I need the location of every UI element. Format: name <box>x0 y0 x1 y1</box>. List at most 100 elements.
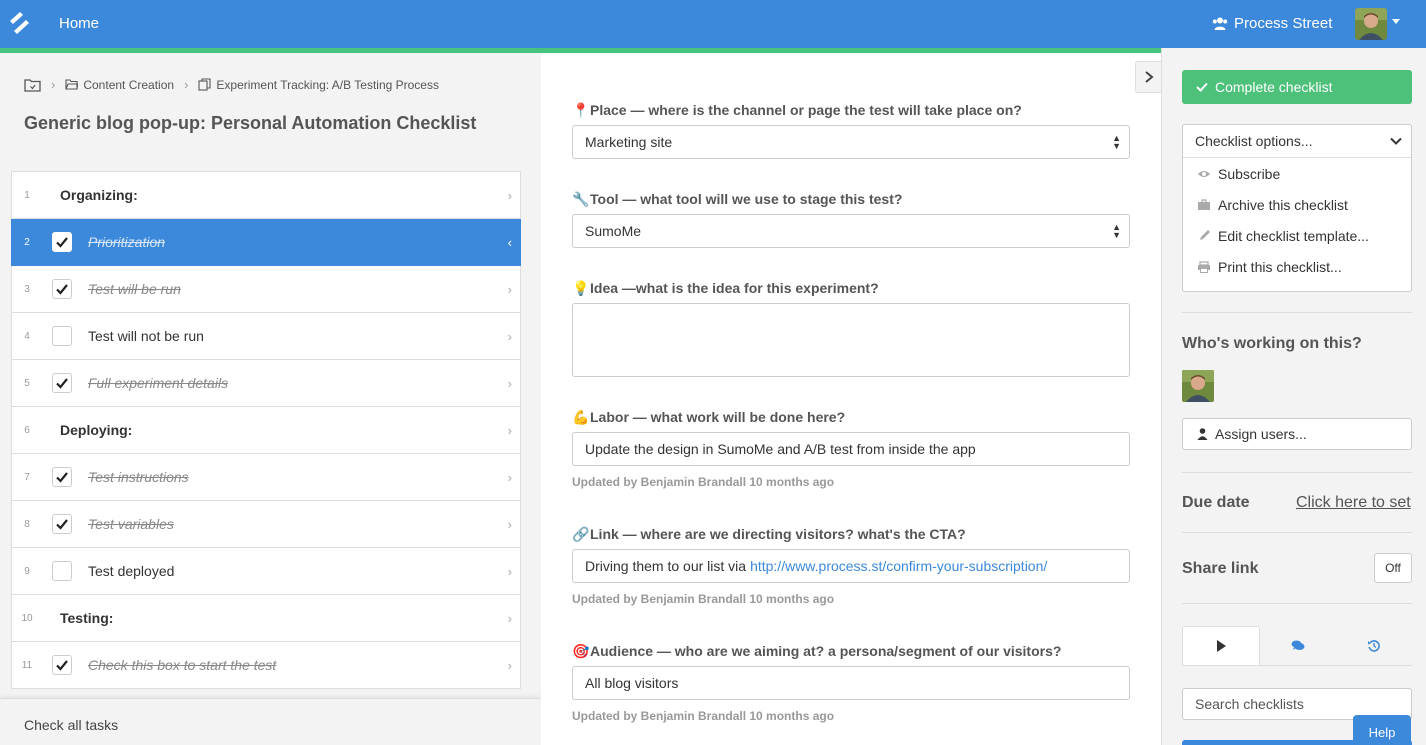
check-icon <box>56 284 68 295</box>
divider <box>1182 603 1412 604</box>
labor-input[interactable]: Update the design in SumoMe and A/B test… <box>572 432 1130 466</box>
labor-label-text: Labor — what work will be done here? <box>590 409 846 425</box>
play-icon <box>1217 640 1226 652</box>
chevron-right-icon: › <box>507 610 512 626</box>
select-arrows-icon: ▲ ▼ <box>1112 222 1121 240</box>
print-option[interactable]: Print this checklist... <box>1183 251 1411 282</box>
set-due-date-link[interactable]: Click here to set <box>1296 494 1411 512</box>
task-row[interactable]: 2 Prioritization ‹ <box>11 219 521 266</box>
edit-template-option[interactable]: Edit checklist template... <box>1183 220 1411 251</box>
checklist-options-dropdown: Checklist options... Subscribe Archive t… <box>1182 124 1412 292</box>
labor-updated-note: Updated by Benjamin Brandall 10 months a… <box>572 475 835 489</box>
flexed-arm-icon: 💪 <box>572 408 590 425</box>
audience-label-text: Audience — who are we aiming at? a perso… <box>590 643 1062 659</box>
task-row[interactable]: 9 Test deployed › <box>11 548 521 595</box>
chevron-right-icon: › <box>184 77 189 92</box>
tab-comments[interactable] <box>1260 626 1336 665</box>
task-number: 11 <box>21 659 33 671</box>
tab-history[interactable] <box>1336 626 1412 665</box>
task-checkbox[interactable] <box>52 467 72 487</box>
pencil-icon <box>1197 229 1211 243</box>
breadcrumb-template[interactable]: Experiment Tracking: A/B Testing Process <box>198 78 439 92</box>
share-link-toggle[interactable]: Off <box>1374 553 1412 583</box>
select-arrows-icon: ▲ ▼ <box>1112 133 1121 151</box>
check-all-tasks-bar[interactable]: Check all tasks <box>0 698 541 745</box>
task-heading[interactable]: 10 Testing: › <box>11 595 521 642</box>
task-label: Test variables <box>88 516 174 532</box>
task-number: 3 <box>24 283 30 295</box>
task-row[interactable]: 4 Test will not be run › <box>11 313 521 360</box>
complete-checklist-button[interactable]: Complete checklist <box>1182 70 1412 104</box>
task-label: Test deployed <box>88 563 175 579</box>
process-street-logo-icon[interactable] <box>8 11 30 35</box>
task-checkbox[interactable] <box>52 232 72 252</box>
folder-icon <box>24 78 41 92</box>
task-checkbox[interactable] <box>52 373 72 393</box>
checklist-sidebar: › Content Creation › Experiment Tracking… <box>0 53 541 745</box>
task-heading[interactable]: 6 Deploying: › <box>11 407 521 454</box>
breadcrumb-folder[interactable]: Content Creation <box>65 78 174 92</box>
help-button[interactable]: Help <box>1353 715 1411 745</box>
audience-input[interactable]: All blog visitors <box>572 666 1130 700</box>
task-number: 7 <box>24 471 30 483</box>
idea-label-text: Idea —what is the idea for this experime… <box>590 280 879 296</box>
chevron-right-icon: › <box>507 187 512 203</box>
user-avatar[interactable] <box>1355 8 1387 40</box>
users-icon <box>1212 17 1228 30</box>
tab-play[interactable] <box>1182 626 1260 665</box>
idea-textarea[interactable] <box>572 303 1130 377</box>
tool-select[interactable]: SumoMe ▲ ▼ <box>572 214 1130 248</box>
wrench-icon: 🔧 <box>572 190 590 207</box>
task-checkbox[interactable] <box>52 655 72 675</box>
place-label-text: Place — where is the channel or page the… <box>590 102 1022 118</box>
task-checkbox[interactable] <box>52 561 72 581</box>
task-row[interactable]: 8 Test variables › <box>11 501 521 548</box>
subscribe-option[interactable]: Subscribe <box>1183 158 1411 189</box>
check-icon <box>56 237 68 248</box>
tool-label-text: Tool — what tool will we use to stage th… <box>590 191 903 207</box>
chevron-right-icon: › <box>507 422 512 438</box>
task-row[interactable]: 11 Check this box to start the test › <box>11 642 521 689</box>
audience-label: 🎯 Audience — who are we aiming at? a per… <box>572 642 1130 660</box>
checklist-options-toggle[interactable]: Checklist options... <box>1183 125 1411 158</box>
archive-option[interactable]: Archive this checklist <box>1183 189 1411 220</box>
eye-icon <box>1197 167 1211 181</box>
chevron-right-icon: › <box>507 281 512 297</box>
task-list: 1 Organizing: › 2 Prioritization ‹ 3 Test will … <box>11 171 521 699</box>
print-label: Print this checklist... <box>1218 258 1342 275</box>
audience-field: 🎯 Audience — who are we aiming at? a per… <box>572 642 1130 723</box>
task-row[interactable]: 3 Test will be run › <box>11 266 521 313</box>
collapse-sidebar-button[interactable] <box>1135 61 1161 93</box>
divider <box>1182 472 1412 473</box>
chevron-right-icon: › <box>51 77 56 92</box>
task-checkbox[interactable] <box>52 279 72 299</box>
task-number: 5 <box>24 377 30 389</box>
task-checkbox[interactable] <box>52 514 72 534</box>
edit-template-label: Edit checklist template... <box>1218 227 1369 244</box>
breadcrumb-label: Experiment Tracking: A/B Testing Process <box>216 77 439 92</box>
link-icon: 🔗 <box>572 525 590 542</box>
task-checkbox[interactable] <box>52 326 72 346</box>
assign-users-button[interactable]: Assign users... <box>1182 418 1412 450</box>
task-heading[interactable]: 1 Organizing: › <box>11 172 521 219</box>
link-input-prefix: Driving them to our list via <box>585 558 747 574</box>
chevron-left-icon: ‹ <box>507 234 512 250</box>
organization-link[interactable]: Process Street <box>1212 15 1332 32</box>
cta-url-link[interactable]: http://www.process.st/confirm-your-subsc… <box>750 558 1047 574</box>
lightbulb-icon: 💡 <box>572 279 590 296</box>
user-menu-caret-icon[interactable] <box>1392 19 1400 24</box>
audience-updated-note: Updated by Benjamin Brandall 10 months a… <box>572 709 835 723</box>
check-all-tasks-link[interactable]: Check all tasks <box>24 717 118 733</box>
link-input[interactable]: Driving them to our list via http://www.… <box>572 549 1130 583</box>
labor-input-value: Update the design in SumoMe and A/B test… <box>585 441 976 457</box>
place-select[interactable]: Marketing site ▲ ▼ <box>572 125 1130 159</box>
page-title: Generic blog pop-up: Personal Automation… <box>24 113 477 133</box>
task-number: 6 <box>24 424 30 436</box>
user-icon <box>1197 428 1208 440</box>
home-link[interactable]: Home <box>59 15 99 32</box>
subscribe-label: Subscribe <box>1218 165 1281 182</box>
breadcrumb-root[interactable] <box>24 78 41 92</box>
task-row[interactable]: 5 Full experiment details › <box>11 360 521 407</box>
task-row[interactable]: 7 Test instructions › <box>11 454 521 501</box>
assignee-avatar[interactable] <box>1182 370 1214 402</box>
